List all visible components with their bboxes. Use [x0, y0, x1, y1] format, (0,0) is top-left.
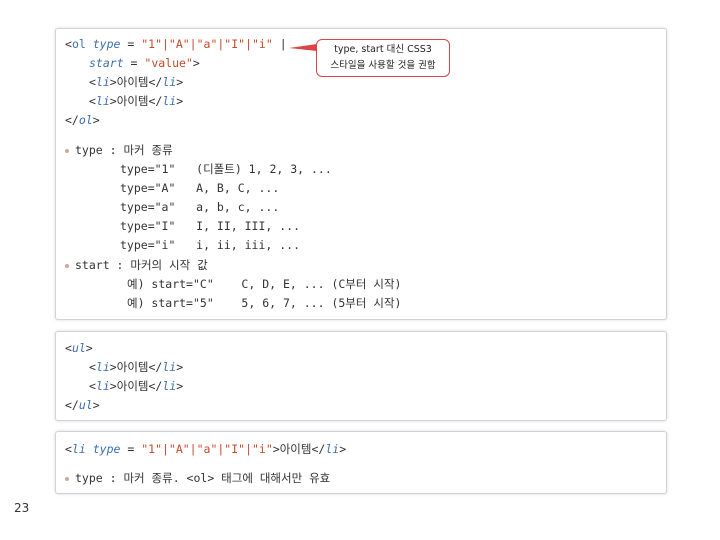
li-line-2: <li>아이템</li>: [89, 94, 184, 108]
li-type-note: type : 마커 종류. <ol> 태그에 대해서만 유효: [75, 471, 331, 485]
bullet-icon: [65, 477, 69, 481]
type-row-5: type="i" i, ii, iii, ...: [120, 238, 301, 252]
bullet-icon: [65, 264, 69, 268]
ul-open-line: <ul>: [65, 341, 93, 355]
li-type-line: <li type = "1"|"A"|"a"|"I"|"i">아이템</li>: [65, 442, 347, 456]
bullet-icon: [65, 149, 69, 153]
type-row-4: type="I" I, II, III, ...: [120, 219, 301, 233]
type-row-1: type="1" (디폴트) 1, 2, 3, ...: [120, 162, 332, 176]
ol-open-line: <ol type = "1"|"A"|"a"|"I"|"i" |: [65, 37, 287, 51]
type-row-3: type="a" a, b, c, ...: [120, 200, 280, 214]
start-row-1: 예) start="C" C, D, E, ... (C부터 시작): [127, 277, 402, 291]
ol-close-line: </ol>: [65, 113, 100, 127]
start-row-2: 예) start="5" 5, 6, 7, ... (5부터 시작): [127, 296, 402, 310]
ul-syntax-box: <ul> <li>아이템</li> <li>아이템</li> </ul>: [55, 331, 667, 421]
page-number: 23: [14, 501, 30, 515]
li-line-1: <li>아이템</li>: [89, 360, 184, 374]
callout-line-2: 스타일을 사용할 것을 권함: [330, 60, 436, 71]
type-row-2: type="A" A, B, C, ...: [120, 181, 280, 195]
start-attr-line: start = "value">: [89, 56, 200, 70]
li-type-box: <li type = "1"|"A"|"a"|"I"|"i">아이템</li> …: [55, 431, 667, 494]
start-heading: start : 마커의 시작 값: [75, 258, 208, 272]
li-line-2: <li>아이템</li>: [89, 379, 184, 393]
callout-pointer-icon: [289, 44, 317, 51]
type-heading: type : 마커 종류: [75, 143, 173, 157]
li-line-1: <li>아이템</li>: [89, 75, 184, 89]
css3-recommendation-callout: type, start 대신 CSS3 스타일을 사용할 것을 권함: [316, 39, 450, 77]
ul-close-line: </ul>: [65, 398, 100, 412]
callout-line-1: type, start 대신 CSS3: [334, 44, 432, 55]
